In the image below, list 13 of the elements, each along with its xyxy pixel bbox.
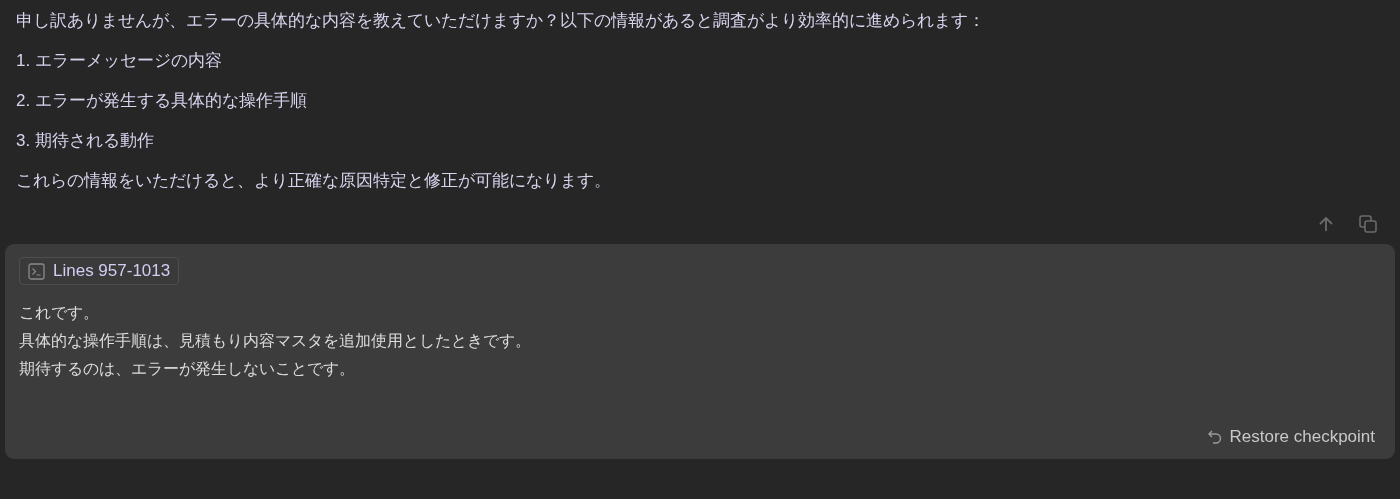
message-text: これらの情報をいただけると、より正確な原因特定と修正が可能になります。 — [16, 170, 612, 192]
list-item: 2. エラーが発生する具体的な操作手順 — [16, 90, 308, 112]
list-item: 3. 期待される動作 — [16, 130, 155, 152]
message-text: 申し訳ありませんが、エラーの具体的な内容を教えていただけますか？以下の情報があると調査がより効率的に進められます： — [16, 10, 986, 32]
message-line: 期待するのは、エラーが発生しないことです。 — [19, 359, 356, 379]
message-line: これです。 — [19, 303, 100, 323]
undo-icon — [1207, 429, 1224, 445]
list-item: 1. エラーメッセージの内容 — [16, 50, 223, 72]
copy-icon[interactable] — [1358, 214, 1378, 234]
terminal-icon — [28, 262, 45, 280]
context-chip[interactable]: Lines 957-1013 — [19, 257, 180, 285]
message-line: 具体的な操作手順は、見積もり内容マスタを追加使用としたときです。 — [19, 331, 532, 351]
restore-checkpoint-button[interactable]: Restore checkpoint — [1203, 427, 1379, 447]
